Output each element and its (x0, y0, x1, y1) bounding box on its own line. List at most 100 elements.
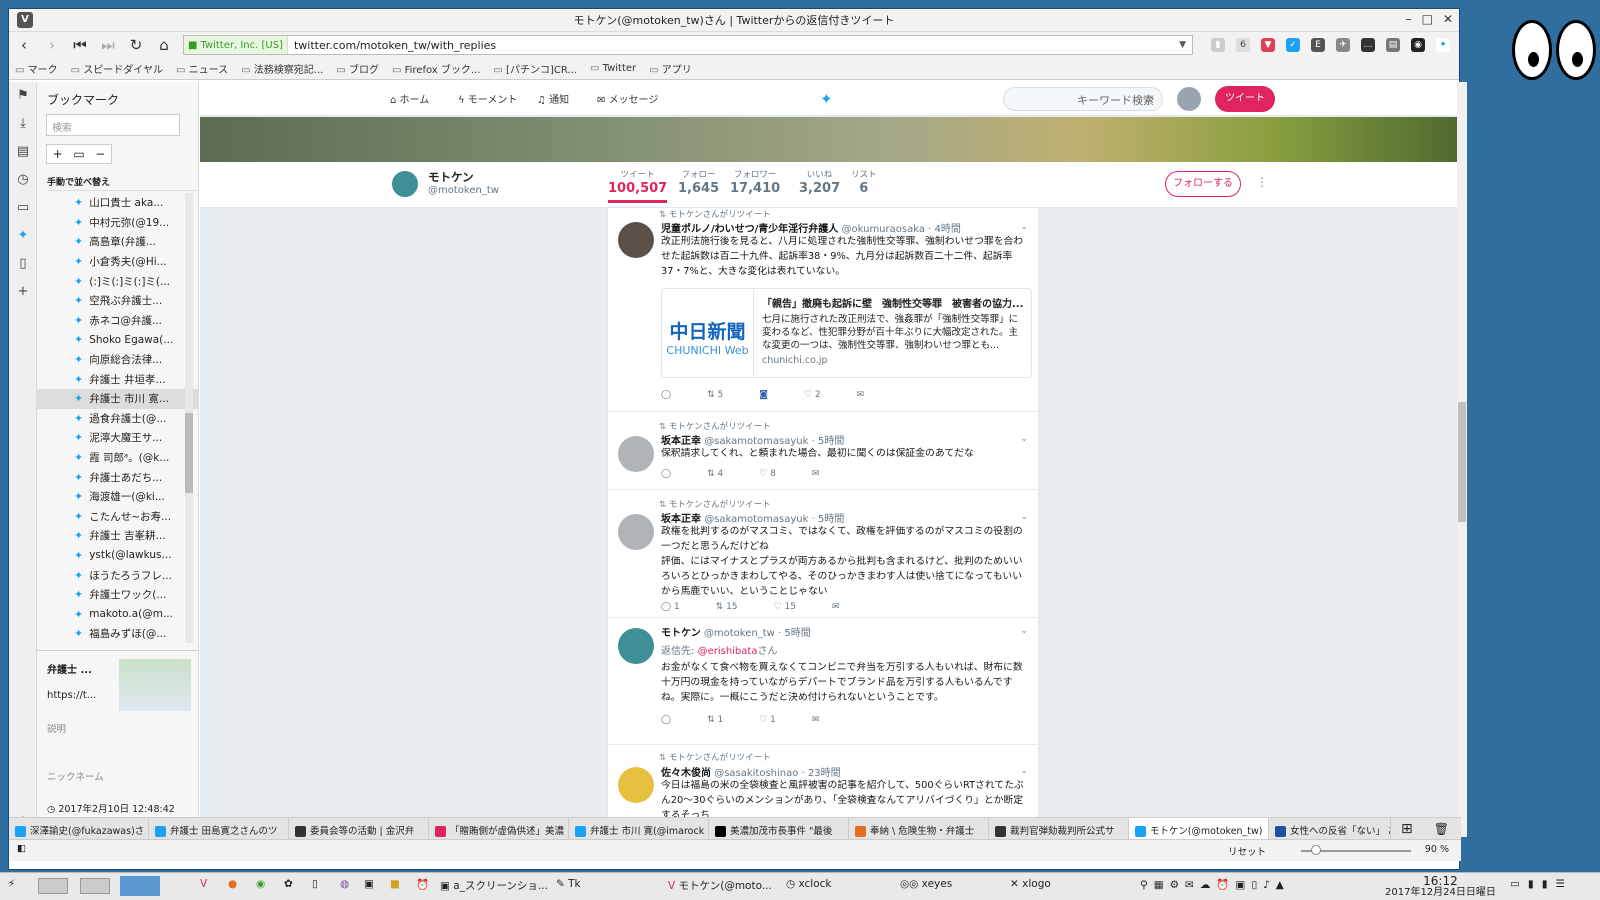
zoom-reset-button[interactable]: リセット (1228, 844, 1266, 858)
tab[interactable]: 女性への反省「ない」 あ (1269, 817, 1391, 840)
trash-icon[interactable]: 🗑 (1434, 822, 1449, 836)
bookmark-item[interactable]: ✦ 空飛ぶ弁護士... (37, 291, 199, 311)
profile-name[interactable]: モトケン (428, 169, 474, 185)
avatar[interactable] (618, 628, 654, 664)
desktop-icons[interactable]: ▭▮▮☰ (1510, 878, 1573, 890)
bookmark-folder[interactable]: Twitter (590, 63, 637, 74)
vivaldi-icon[interactable]: V (200, 878, 207, 890)
workspace-3[interactable] (120, 876, 160, 896)
forward-icon[interactable]: › (43, 36, 61, 54)
chevron-down-icon[interactable]: ⌄ (1020, 512, 1028, 522)
close-icon[interactable]: ✕ (1443, 12, 1453, 26)
like-icon[interactable]: ♡ 1 (759, 715, 776, 725)
bookmark-item[interactable]: ✦ (:]ミ(:]ミ(:]ミ(... (37, 271, 199, 291)
extension-6-icon[interactable]: 6 (1236, 38, 1250, 52)
alarm-icon[interactable]: ⏰ (416, 878, 429, 891)
bookmark-item[interactable]: ✦ 泥濘大魔王サ... (37, 428, 199, 448)
zoom-slider-handle[interactable] (1311, 845, 1321, 855)
reply-icon[interactable]: ◯ (661, 390, 671, 400)
bookmark-folder[interactable]: スピードダイヤル (71, 61, 163, 76)
bookmark-item[interactable]: ✦ 霞 司郎ᵃ。(@k... (37, 448, 199, 468)
bookmark-item[interactable]: ✦ 小倉秀夫(@Hi... (37, 252, 199, 272)
twitter-bird-icon[interactable]: ✦ (820, 90, 833, 108)
avatar[interactable] (618, 767, 654, 803)
bookmark-item[interactable]: ✦ 弁護士 市川 寛... (37, 388, 199, 409)
chevron-down-icon[interactable]: ⌄ (1020, 626, 1028, 636)
retweet-icon[interactable]: ⇅ 15 (716, 602, 738, 612)
security-badge[interactable]: ■ Twitter, Inc. [US] (184, 36, 288, 54)
taskbar-item[interactable]: V モトケン(@moto... (668, 878, 772, 893)
tab[interactable]: 美濃加茂市長事件 "最後 (709, 817, 849, 840)
back-icon[interactable]: ‹ (15, 36, 33, 54)
new-tab-icon[interactable]: ⊞ (1401, 821, 1413, 837)
bookmark-item[interactable]: ✦ 山口貴士 aka... (37, 193, 199, 213)
document-icon[interactable]: ▤ (1386, 38, 1400, 52)
bookmark-item[interactable]: ✦ 弁護士あだち... (37, 467, 199, 487)
bookmark-folder[interactable]: アプリ (649, 61, 692, 76)
avatar[interactable] (1177, 87, 1201, 111)
sort-label[interactable]: 手動で並べ替え (47, 175, 198, 191)
bookmark-item[interactable]: ✦ 弁護士 吉峯耕... (37, 526, 199, 546)
panel-toggle-icon[interactable]: ◧ (17, 843, 26, 854)
tab[interactable]: 奉納 \ 危険生物・弁護士 (849, 817, 989, 840)
profile-avatar[interactable] (390, 169, 420, 199)
bookmark-item[interactable]: ✦ 中村元弥(@19... (37, 213, 199, 233)
chevron-down-icon[interactable]: ⌄ (1020, 434, 1028, 444)
link-card[interactable]: 中日新聞 CHUNICHI Web 「親告」撤廃も起訴に壁 強制性交等罪 被害者の… (661, 288, 1032, 378)
add-folder-button[interactable]: ▭ (68, 145, 89, 163)
message-icon[interactable]: ✉ (812, 469, 820, 479)
twitter-icon[interactable]: ✦ (1436, 38, 1450, 52)
bookmarks-panel-icon[interactable]: ⚑ (9, 82, 37, 110)
bookmark-item[interactable]: ✦ 赤ネコ@弁護... (37, 311, 199, 331)
chevron-down-icon[interactable]: ⌄ (1020, 766, 1028, 776)
bookmark-item[interactable]: ✦ 海渡雄一(@ki... (37, 487, 199, 507)
stat-followers[interactable]: フォロワー 17,410 (730, 168, 780, 196)
tweet-author[interactable]: モトケン (661, 628, 701, 639)
like-icon[interactable]: ♡ 2 (804, 390, 821, 400)
pocket-icon[interactable]: ▼ (1261, 38, 1275, 52)
avatar[interactable] (618, 514, 654, 550)
reply-icon[interactable]: ◯ (661, 469, 671, 479)
bookmark-item[interactable]: [パチンコ]CR... (493, 61, 577, 76)
tweet[interactable]: モトケンさんがリツイート 坂本正幸 @sakamotomasayuk · 5時間… (608, 412, 1038, 490)
home-icon[interactable]: ⌂ (155, 36, 173, 54)
nav-moments[interactable]: ϟ モーメント (458, 91, 517, 106)
file-icon[interactable]: ▯ (312, 878, 318, 890)
dots-icon[interactable]: … (1361, 38, 1375, 52)
retweet-icon[interactable]: ⇅ 4 (707, 469, 723, 479)
taskbar-item[interactable]: ◷ xclock (786, 878, 832, 890)
bookmark-item[interactable]: ✦ 過食弁護士(@... (37, 409, 199, 429)
bookmark-search-input[interactable]: 検索 (46, 114, 180, 136)
notes-panel-icon[interactable]: ▤ (9, 138, 37, 166)
message-icon[interactable]: ✉ (832, 602, 840, 612)
bookmark-folder[interactable]: Firefox ブック... (392, 61, 481, 76)
bookmark-item[interactable]: ✦ 弁護士ワック(... (37, 585, 199, 605)
fastforward-icon[interactable]: ⏭ (99, 36, 117, 54)
taskbar-item[interactable]: ✎ Tk (556, 878, 581, 890)
bookmark-item[interactable]: ✦ Shoko Egawa(... (37, 330, 199, 350)
tab-active[interactable]: モトケン(@motoken_tw) (1129, 817, 1269, 840)
system-tray[interactable]: ⚲▦⚙✉☁⏰▣▯♪▲ (1140, 878, 1290, 891)
retweet-icon[interactable]: ⇅ 1 (707, 715, 723, 725)
bookmark-item[interactable]: ✦ 高島章(弁護... (37, 232, 199, 252)
bookmark-folder[interactable]: マーク (15, 61, 58, 76)
bookmark-folder[interactable]: 法務検察宛記... (241, 61, 324, 76)
evernote-icon[interactable]: E (1311, 38, 1325, 52)
stat-tweets[interactable]: ツイート 100,507 (608, 168, 668, 203)
page-scrollbar[interactable] (1457, 82, 1467, 837)
twitter-panel-icon[interactable]: ✦ (9, 222, 37, 250)
terminal-icon[interactable]: ▣ (364, 878, 374, 890)
reload-icon[interactable]: ↻ (127, 36, 145, 54)
reply-icon[interactable]: ◯ 1 (661, 602, 680, 612)
bookmark-item[interactable]: ✦ ystk(@lawkus... (37, 546, 199, 566)
search-icon[interactable]: ⌕ (1148, 92, 1154, 106)
bookmark-folder[interactable]: ニュース (176, 61, 229, 76)
app-icon[interactable]: ✿ (284, 878, 293, 890)
nickname-label[interactable]: ニックネーム (47, 769, 189, 783)
bookmark-icon[interactable]: ▮ (1211, 38, 1225, 52)
taskbar-item[interactable]: ▣ a_スクリーンショ... (440, 878, 548, 893)
message-icon[interactable]: ✉ (812, 715, 820, 725)
bookmark-item[interactable]: ✦ 弁護士 井垣孝... (37, 369, 199, 389)
tweet[interactable]: モトケンさんがリツイート 坂本正幸 @sakamotomasayuk · 5時間… (608, 490, 1038, 618)
follow-button[interactable]: フォローする (1165, 171, 1241, 197)
